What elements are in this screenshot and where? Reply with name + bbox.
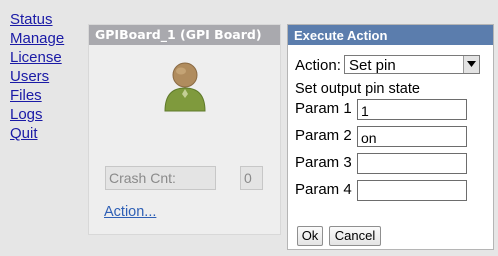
nav-status-link[interactable]: Status — [10, 10, 64, 29]
param-1-label: Param 1 — [295, 100, 352, 117]
param-2-input[interactable] — [357, 126, 467, 147]
nav-license-link[interactable]: License — [10, 48, 64, 67]
action-label: Action: — [295, 57, 341, 74]
nav-logs-link[interactable]: Logs — [10, 105, 64, 124]
crash-count-row: Crash Cnt: 0 — [105, 166, 265, 190]
nav-manage-link[interactable]: Manage — [10, 29, 64, 48]
chevron-down-icon[interactable] — [463, 56, 479, 73]
action-description: Set output pin state — [295, 81, 420, 97]
cancel-button[interactable]: Cancel — [329, 226, 381, 246]
crash-count-label: Crash Cnt: — [105, 166, 216, 190]
ok-button[interactable]: Ok — [297, 226, 323, 246]
main-nav: Status Manage License Users Files Logs Q… — [10, 10, 64, 143]
param-4-label: Param 4 — [295, 181, 352, 198]
board-panel: GPIBoard_1 (GPI Board) Crash Cnt: 0 Acti… — [88, 24, 281, 235]
action-select-value: Set pin — [349, 57, 396, 74]
param-2-label: Param 2 — [295, 127, 352, 144]
param-4-input[interactable] — [357, 180, 467, 201]
nav-quit-link[interactable]: Quit — [10, 124, 64, 143]
crash-count-value: 0 — [240, 166, 263, 190]
dialog-title: Execute Action — [288, 25, 493, 45]
action-select[interactable]: Set pin — [344, 55, 480, 74]
nav-users-link[interactable]: Users — [10, 67, 64, 86]
nav-files-link[interactable]: Files — [10, 86, 64, 105]
param-1-input[interactable] — [357, 99, 467, 120]
board-title: GPIBoard_1 (GPI Board) — [89, 25, 280, 45]
param-3-input[interactable] — [357, 153, 467, 174]
execute-action-dialog: Execute Action Action: Set pin Set outpu… — [287, 24, 494, 250]
user-avatar-icon — [161, 60, 209, 112]
param-3-label: Param 3 — [295, 154, 352, 171]
action-link[interactable]: Action... — [104, 204, 156, 220]
